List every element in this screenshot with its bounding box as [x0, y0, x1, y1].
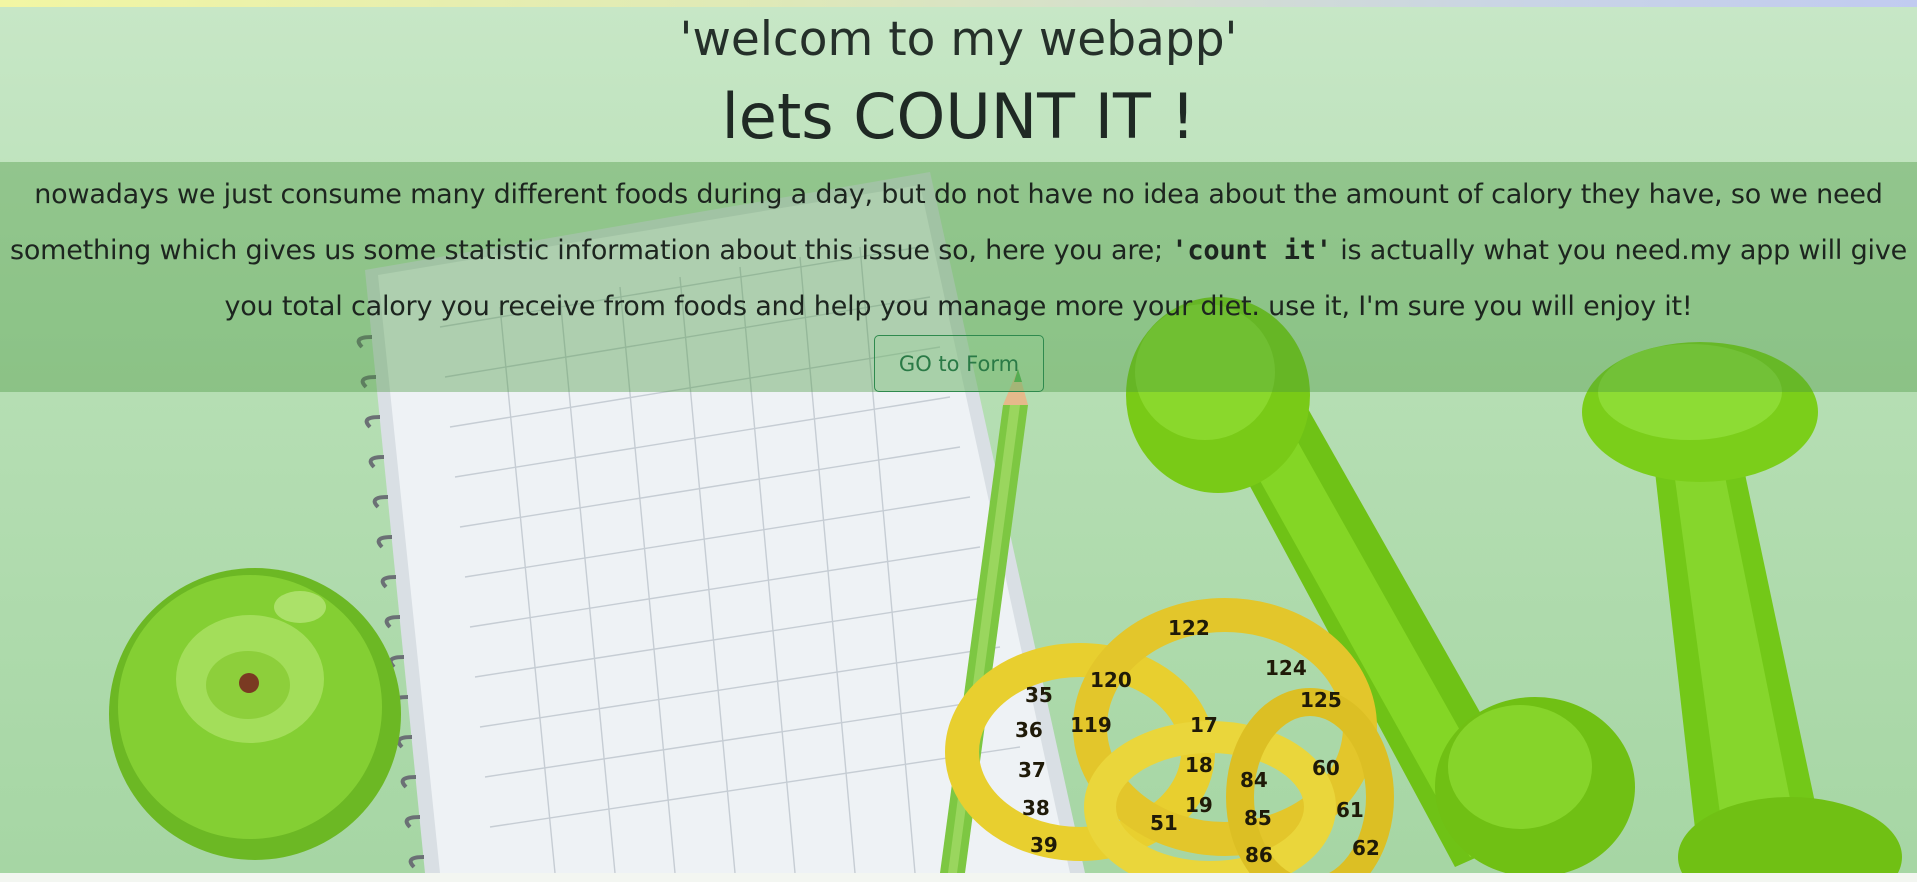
tape-number: 19	[1185, 793, 1213, 817]
tape-number: 84	[1240, 768, 1268, 792]
tape-number: 62	[1352, 836, 1380, 860]
tape-number: 61	[1336, 798, 1364, 822]
tape-number: 38	[1022, 796, 1050, 820]
tape-number: 51	[1150, 811, 1178, 835]
tape-number: 85	[1244, 806, 1272, 830]
app-name-highlight: 'count it'	[1171, 235, 1332, 266]
tape-number: 39	[1030, 833, 1058, 857]
tape-number: 119	[1070, 713, 1112, 737]
apple-icon	[109, 568, 401, 860]
top-accent-strip	[0, 0, 1917, 7]
tape-number: 125	[1300, 688, 1342, 712]
tape-number: 36	[1015, 718, 1043, 742]
tape-number: 60	[1312, 756, 1340, 780]
welcome-heading: 'welcom to my webapp'	[679, 12, 1238, 67]
go-to-form-button[interactable]: GO to Form	[874, 335, 1044, 392]
bottom-strip	[0, 873, 1917, 882]
tape-number: 86	[1245, 843, 1273, 867]
tape-number: 122	[1168, 616, 1210, 640]
tape-number: 124	[1265, 656, 1307, 680]
tape-number: 17	[1190, 713, 1218, 737]
tape-number: 120	[1090, 668, 1132, 692]
intro-paragraph: nowadays we just consume many different …	[8, 167, 1909, 335]
tape-number: 37	[1018, 758, 1046, 782]
tagline-heading: lets COUNT IT !	[721, 80, 1196, 153]
tape-number: 35	[1025, 683, 1053, 707]
tape-number: 18	[1185, 753, 1213, 777]
